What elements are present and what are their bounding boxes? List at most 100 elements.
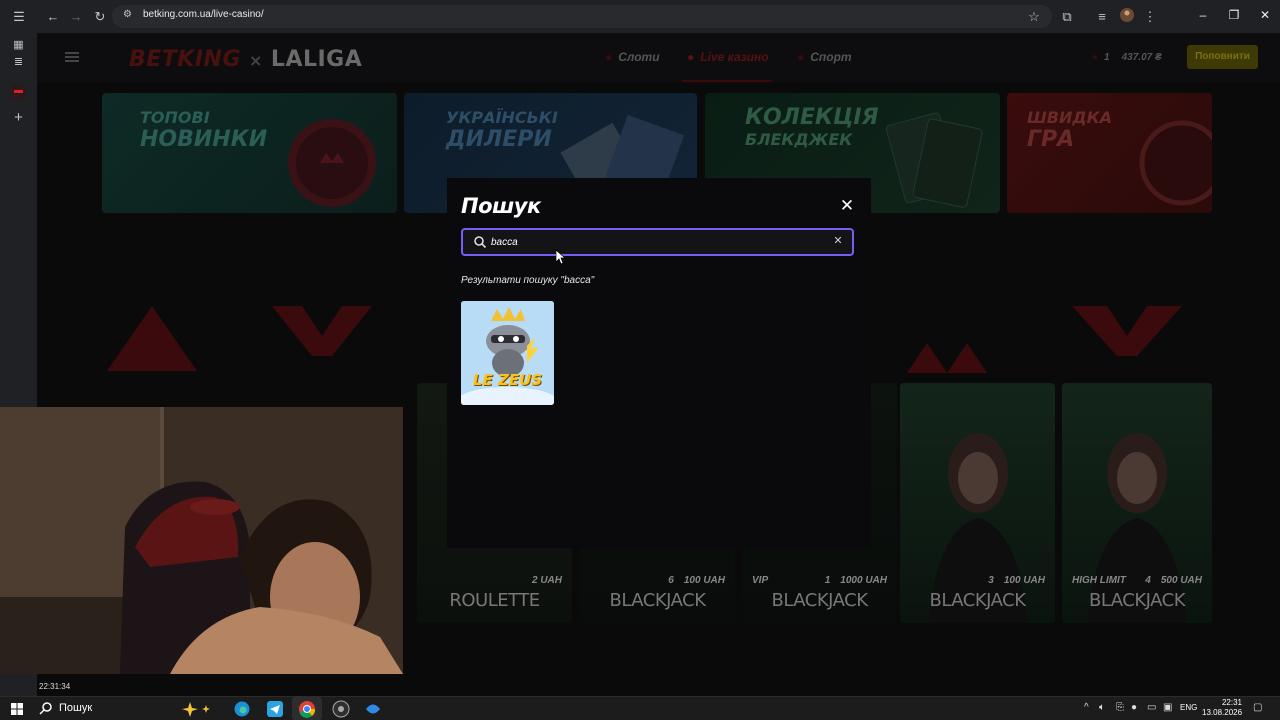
edge-icon[interactable] <box>233 700 251 718</box>
copilot-sparkle-icon[interactable] <box>178 700 218 718</box>
webcam-timestamp: 22:31:34 <box>39 682 71 691</box>
profile-avatar[interactable] <box>1118 8 1136 26</box>
live-table-card[interactable]: HIGH LIMIT 4 500 UAH BLACKJACK <box>1062 383 1212 623</box>
chrome-icon <box>299 701 316 718</box>
add-icon[interactable]: + <box>10 109 27 126</box>
table-stake: 2 UAH <box>531 575 562 586</box>
windows-taskbar: Пошук ^ 🔈︎ ⎘ ● ▭ ▣ ENG 22:31 13.08.2026 … <box>0 696 1280 720</box>
maximize-icon[interactable]: ❐ <box>1227 8 1241 22</box>
telegram-icon[interactable] <box>266 700 284 718</box>
modal-title: Пошук <box>461 194 541 218</box>
nav-slots[interactable]: ● Слоти <box>605 50 660 64</box>
game-title: LE ZEUS <box>472 371 543 389</box>
timer-icon <box>1139 120 1212 206</box>
game-result-card[interactable]: LE ZEUS <box>461 301 554 405</box>
table-name: BLACKJACK <box>1088 590 1186 611</box>
topup-button[interactable]: Поповнити <box>1187 45 1258 69</box>
browser-menu-icon[interactable]: ⋮ <box>1141 8 1159 26</box>
table-stake: 4 500 UAH <box>1145 575 1202 586</box>
bookmark-star-icon[interactable]: ☆ <box>1025 8 1043 26</box>
nav-sport-label: Спорт <box>810 50 852 64</box>
language-indicator[interactable]: ENG <box>1180 703 1197 712</box>
table-stake: 6 100 UAH <box>668 575 725 586</box>
brand-crown-icon <box>272 306 372 356</box>
close-window-icon[interactable]: ✕ <box>1258 8 1272 22</box>
live-casino-icon: ● <box>687 50 695 64</box>
brand-crown-icon <box>907 343 987 373</box>
notifications-icon[interactable]: ▢ <box>1253 702 1262 713</box>
address-bar[interactable]: ⚙ betking.com.ua/live-casino/ <box>112 5 1052 28</box>
hamburger-menu-icon[interactable] <box>65 52 79 62</box>
reload-icon[interactable]: ↻ <box>91 8 109 26</box>
usb-icon[interactable]: ⎘ <box>1116 702 1124 713</box>
category-title: КОЛЕКЦІЯ БЛЕКДЖЕК <box>745 105 879 150</box>
site-logo[interactable]: BETKING × LALIGA <box>129 47 362 72</box>
partner-logo-text: LALIGA <box>270 47 363 72</box>
back-icon[interactable]: ← <box>44 8 62 26</box>
category-card-fast-game[interactable]: ШВИДКА ГРА <box>1007 93 1212 213</box>
table-name: BLACKJACK <box>609 590 706 611</box>
category-title: ТОПОВІ НОВИНКИ <box>140 108 268 152</box>
forward-icon[interactable]: → <box>67 8 85 26</box>
table-stake: 3 100 UAH <box>988 575 1045 586</box>
site-header: BETKING × LALIGA ● Слоти ● Live казино ● Спор… <box>37 33 1280 83</box>
volume-icon[interactable]: 🔈︎ <box>1099 702 1105 713</box>
live-table-card[interactable]: 3 100 UAH BLACKJACK <box>900 383 1055 623</box>
table-prefix: HIGH LIMIT <box>1072 575 1126 586</box>
gift-icon: ● <box>1092 52 1099 63</box>
minimize-icon[interactable]: – <box>1196 8 1210 22</box>
display-icon[interactable]: ▣ <box>1163 702 1172 713</box>
search-modal: Пошук ✕ ✕ Результати пошуку "bacca" LE Z… <box>447 178 871 548</box>
search-field[interactable]: ✕ <box>461 228 854 256</box>
history-icon[interactable]: ≣ <box>10 54 27 71</box>
table-prefix: VIP <box>752 575 769 586</box>
sport-icon: ● <box>797 50 805 64</box>
obs-icon[interactable] <box>332 700 350 718</box>
search-icon <box>474 236 487 249</box>
windows-start-icon[interactable] <box>8 700 26 718</box>
table-stake: 1 1000 UAH <box>824 575 887 586</box>
network-icon[interactable]: ▭ <box>1147 702 1156 713</box>
nav-live-casino-label: Live казино <box>700 50 769 64</box>
search-input[interactable] <box>491 234 821 250</box>
game-thumbnail <box>461 301 554 405</box>
mouse-cursor-icon <box>556 250 566 264</box>
tab-groups-icon[interactable]: ▦ <box>10 37 27 54</box>
table-name: ROULETTE <box>449 590 540 611</box>
clear-search-icon[interactable]: ✕ <box>831 234 845 248</box>
site-info-icon[interactable]: ⚙ <box>123 9 137 23</box>
category-title: ШВИДКА ГРА <box>1027 108 1113 152</box>
tab-menu-icon[interactable]: ☰ <box>10 8 28 26</box>
brand-crown-icon <box>1072 306 1182 356</box>
url-text: betking.com.ua/live-casino/ <box>143 9 264 20</box>
tray-overflow-icon[interactable]: ^ <box>1084 702 1089 713</box>
reading-list-icon[interactable]: ≡ <box>1093 8 1111 26</box>
app-icon[interactable] <box>364 700 382 718</box>
browser-toolbar: ☰ ← → ↻ ⚙ betking.com.ua/live-casino/ ☆ … <box>0 0 1280 33</box>
nav-slots-label: Слоти <box>618 50 660 64</box>
clock-date: 13.08.2026 <box>1202 708 1243 717</box>
extensions-icon[interactable]: ⧉ <box>1058 8 1076 26</box>
balance[interactable]: ● 1 437.07 ₴ <box>1092 52 1162 63</box>
close-icon[interactable]: ✕ <box>839 197 855 214</box>
category-title: УКРАЇНСЬКІ ДИЛЕРИ <box>446 108 558 152</box>
active-nav-underline <box>682 80 772 82</box>
playing-cards-icon <box>885 112 983 208</box>
taskbar-clock[interactable]: 22:31 13.08.2026 <box>1202 698 1242 718</box>
taskbar-search-icon[interactable] <box>37 700 55 718</box>
results-label: Результати пошуку "bacca" <box>461 275 595 286</box>
balance-amount: 437.07 ₴ <box>1121 52 1162 63</box>
table-name: BLACKJACK <box>929 590 1026 611</box>
pinned-site-icon[interactable] <box>10 83 27 100</box>
nav-sport[interactable]: ● Спорт <box>797 50 852 64</box>
webcam-overlay <box>0 407 403 674</box>
chrome-taskbar-button[interactable] <box>292 697 322 720</box>
balance-count: 1 <box>1104 52 1110 63</box>
clock-time: 22:31 <box>1221 698 1242 707</box>
brand-crown-icon <box>107 306 197 371</box>
poker-chip-icon <box>288 119 376 207</box>
nav-live-casino[interactable]: ● Live казино <box>687 50 769 64</box>
category-card-top-new[interactable]: ТОПОВІ НОВИНКИ <box>102 93 397 213</box>
taskbar-search-label[interactable]: Пошук <box>59 702 92 714</box>
microphone-icon[interactable]: ● <box>1131 702 1137 713</box>
